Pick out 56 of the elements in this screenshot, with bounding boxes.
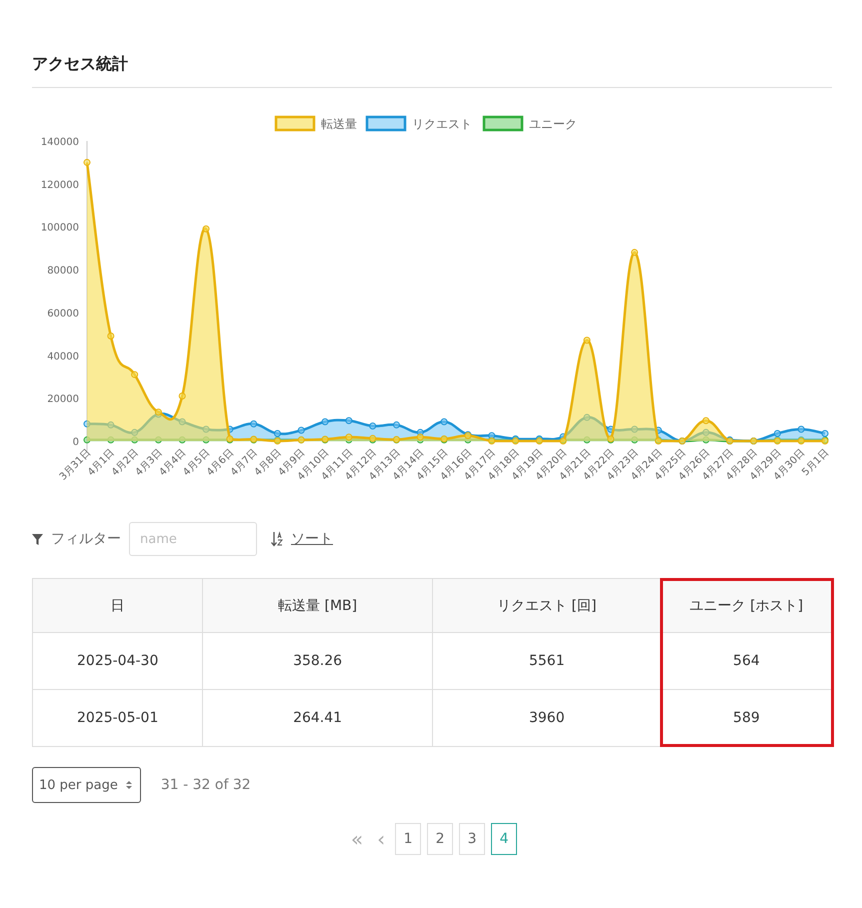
point bbox=[798, 426, 805, 433]
range-text: 31 - 32 of 32 bbox=[160, 777, 251, 793]
point bbox=[583, 336, 590, 344]
point bbox=[822, 430, 828, 437]
point bbox=[202, 225, 210, 232]
point bbox=[440, 418, 448, 426]
per-page-select[interactable]: 10 per page bbox=[32, 767, 141, 803]
y-tick-label: 60000 bbox=[47, 308, 79, 320]
y-tick-label: 0 bbox=[72, 437, 79, 448]
point bbox=[178, 392, 186, 400]
point bbox=[84, 158, 90, 166]
legend-item[interactable]: 転送量 bbox=[274, 116, 357, 132]
point bbox=[107, 332, 114, 340]
point bbox=[702, 417, 710, 424]
legend-label: ユニーク bbox=[529, 117, 577, 131]
table-cell: 358.26 bbox=[202, 632, 432, 690]
page-button[interactable]: 4 bbox=[491, 823, 518, 855]
legend-item[interactable]: ユニーク bbox=[482, 116, 577, 132]
table-cell: 2025-04-30 bbox=[32, 632, 203, 690]
filter-icon bbox=[32, 534, 43, 544]
column-header[interactable]: リクエスト [回] bbox=[432, 578, 662, 632]
point bbox=[774, 430, 781, 437]
point bbox=[298, 426, 305, 434]
y-tick-label: 20000 bbox=[47, 394, 79, 406]
legend-label: リクエスト bbox=[412, 117, 472, 131]
table-cell: 2025-05-01 bbox=[32, 690, 203, 746]
page-button[interactable]: 1 bbox=[395, 823, 422, 855]
point bbox=[392, 421, 400, 428]
y-tick-label: 80000 bbox=[47, 266, 79, 277]
point bbox=[631, 248, 638, 256]
page-button[interactable]: 3 bbox=[459, 823, 486, 855]
y-tick-label: 140000 bbox=[40, 137, 79, 148]
point bbox=[369, 422, 376, 430]
column-header[interactable]: 日 bbox=[32, 578, 203, 632]
y-tick-label: 40000 bbox=[47, 351, 79, 362]
y-tick-label: 100000 bbox=[40, 222, 79, 234]
page-button[interactable]: 2 bbox=[427, 823, 454, 855]
legend-item[interactable]: リクエスト bbox=[366, 116, 472, 132]
point bbox=[416, 434, 424, 441]
sort-link[interactable]: ソート bbox=[291, 530, 333, 548]
column-header[interactable]: 転送量 [MB] bbox=[202, 578, 432, 632]
point bbox=[250, 420, 258, 428]
table-cell: 264.41 bbox=[202, 690, 432, 746]
filter-label: フィルター bbox=[51, 530, 121, 548]
point bbox=[345, 434, 352, 441]
point bbox=[274, 430, 281, 437]
column-header[interactable]: ユニーク [ホスト] bbox=[661, 578, 832, 632]
legend-label: 転送量 bbox=[321, 117, 357, 131]
sort-icon bbox=[271, 531, 283, 547]
sort-caret-icon bbox=[126, 780, 132, 790]
point bbox=[322, 418, 329, 426]
page-title: アクセス統計 bbox=[32, 54, 832, 88]
y-tick-label: 120000 bbox=[40, 180, 79, 191]
point bbox=[131, 371, 138, 378]
filter-input[interactable]: name bbox=[129, 522, 257, 556]
point bbox=[345, 417, 352, 424]
